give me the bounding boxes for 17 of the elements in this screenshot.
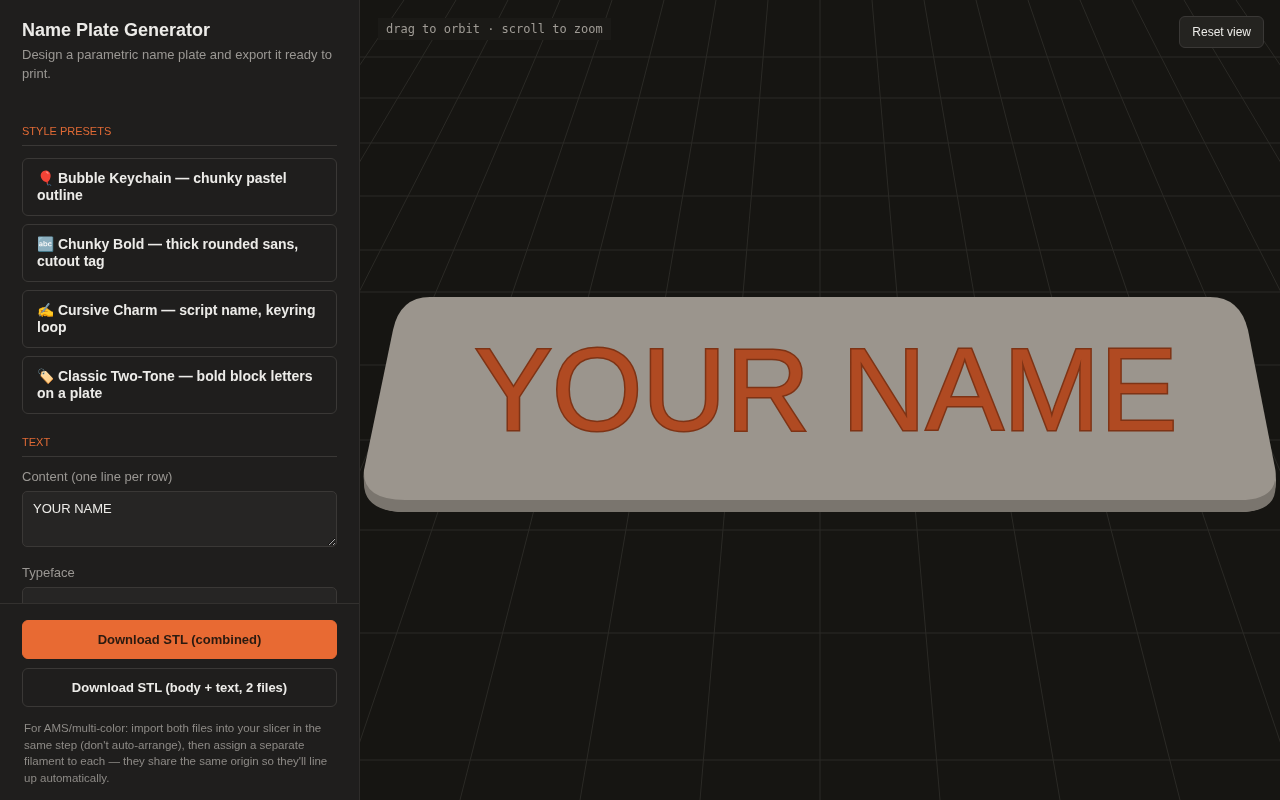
- field-label: Typeface: [22, 565, 76, 580]
- preset-button[interactable]: 🏷 Classic Two-Tone — bold block letters on a plate: [22, 356, 337, 414]
- app-subtitle: Design a parametric name plate and export it ready to print.: [22, 46, 333, 83]
- section-heading: TEXT: [22, 436, 337, 457]
- reset-view-button[interactable]: Reset view: [1179, 16, 1264, 48]
- help-note: For AMS/multi-color: import both files into your slicer in the same step (don't auto-arrange), then assign a separate filament to each — they share the same origin so they'll line up automatically.: [24, 721, 329, 786]
- app-title: Name Plate Generator: [22, 20, 212, 41]
- preset-button[interactable]: 🎈 Bubble Keychain — chunky pastel outline: [22, 158, 337, 216]
- field-label: Content (one line per row): [22, 469, 174, 484]
- viewport-hint: drag to orbit · scroll to zoom: [378, 18, 611, 40]
- preset-button[interactable]: ✍ Cursive Charm — script name, keyring loop: [22, 290, 337, 348]
- download-button[interactable]: Download STL (body + text, 2 files): [22, 668, 337, 707]
- plate-lettering: YOUR NAME: [474, 325, 1178, 455]
- preset-button[interactable]: 🔤 Chunky Bold — thick rounded sans, cutout tag: [22, 224, 337, 282]
- download-button[interactable]: Download STL (combined): [22, 620, 337, 659]
- section-heading: STYLE PRESETS: [22, 125, 337, 146]
- content-field[interactable]: YOUR NAME: [22, 491, 337, 547]
